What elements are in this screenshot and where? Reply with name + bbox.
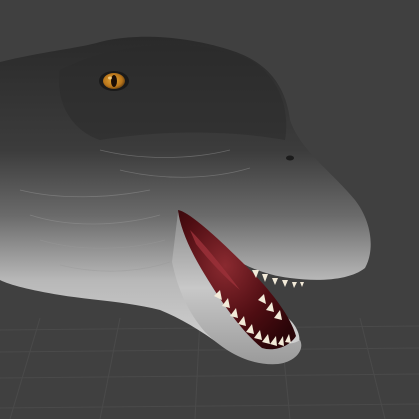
- nostril: [286, 155, 294, 161]
- head-top-shading: [59, 45, 287, 140]
- 3d-viewport[interactable]: [0, 0, 419, 419]
- eye: [99, 71, 129, 91]
- scene-render: [0, 36, 419, 419]
